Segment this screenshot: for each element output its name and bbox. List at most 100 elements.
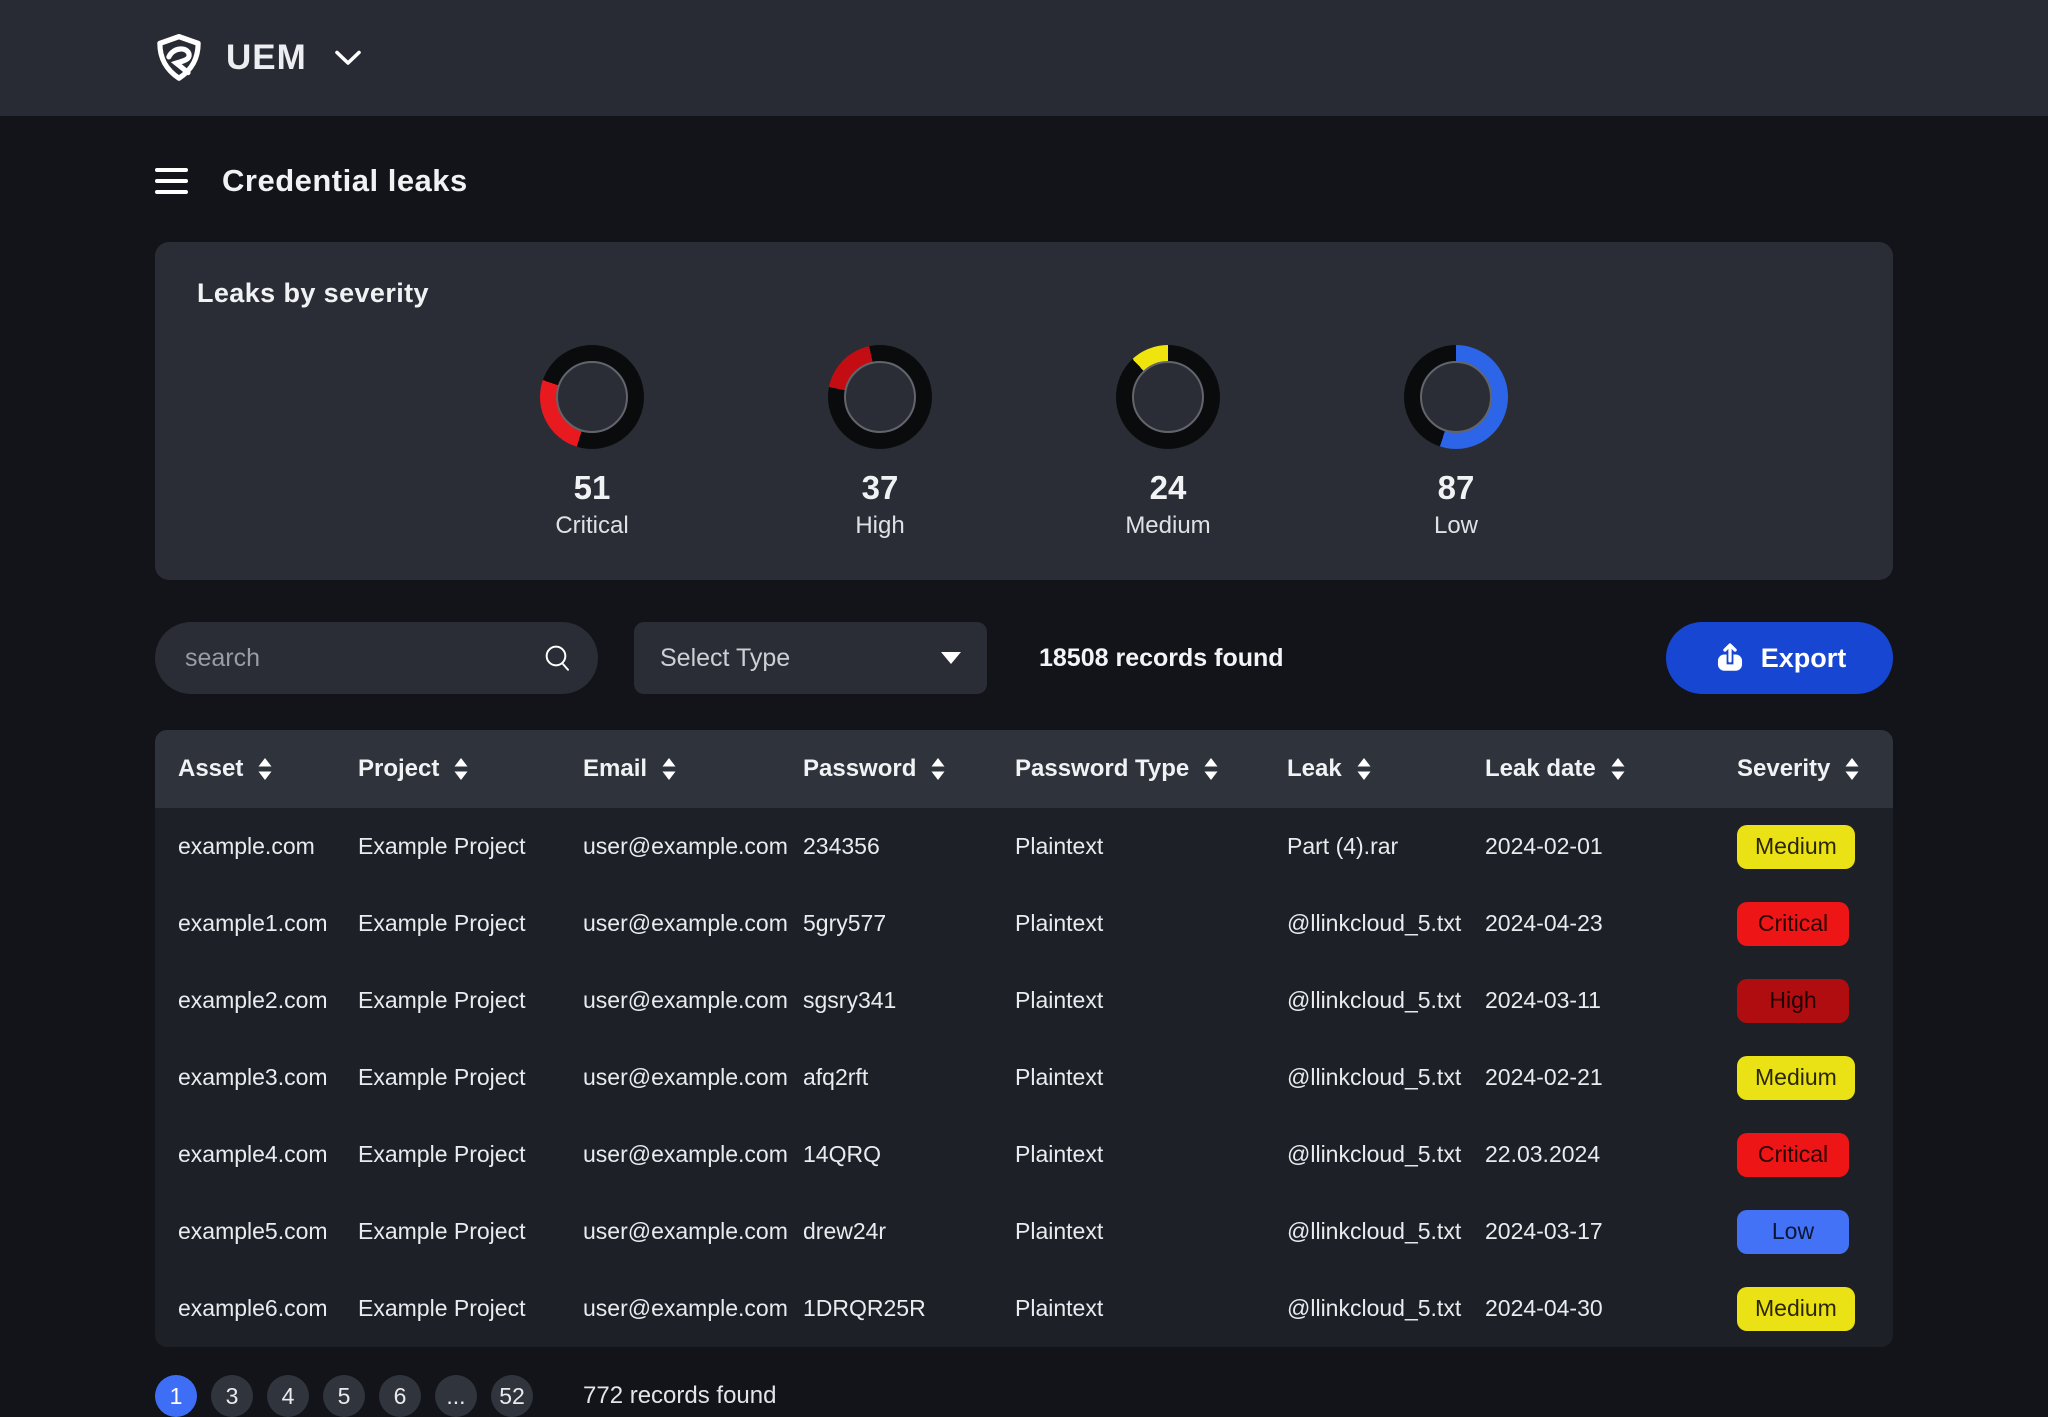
cell-asset: example2.com [155,987,335,1014]
cell-email: user@example.com [560,1064,780,1091]
cell-password-type: Plaintext [992,1295,1264,1322]
sort-icon[interactable] [1203,757,1219,781]
pagination-page-button[interactable]: 5 [323,1375,365,1417]
table-row[interactable]: example.com Example Project user@example… [155,808,1893,885]
pagination-page-button[interactable]: ... [435,1375,477,1417]
donut-ring [828,345,932,449]
pagination-page-button[interactable]: 4 [267,1375,309,1417]
records-found-bottom: 772 records found [583,1382,776,1410]
sort-icon[interactable] [1844,757,1860,781]
column-header[interactable]: Leak [1264,755,1462,783]
cell-leak-date: 2024-04-23 [1462,910,1714,937]
table-row[interactable]: example4.com Example Project user@exampl… [155,1116,1893,1193]
cell-email: user@example.com [560,1295,780,1322]
cell-email: user@example.com [560,833,780,860]
sort-arrows-icon [257,757,273,781]
sort-icon[interactable] [453,757,469,781]
table-header-row: Asset Project Email Password [155,730,1893,808]
card-title: Leaks by severity [197,278,1851,309]
sort-arrows-icon [661,757,677,781]
brand-name[interactable]: UEM [226,38,307,78]
cell-severity: Critical [1714,1133,1893,1177]
cell-leak: @llinkcloud_5.txt [1264,910,1462,937]
page-title: Credential leaks [222,163,468,199]
sort-icon[interactable] [1356,757,1372,781]
donut-value: 24 [1150,469,1187,507]
severity-badge: Medium [1737,1287,1855,1331]
severity-donut: 24 Medium [1108,345,1228,540]
cell-email: user@example.com [560,1141,780,1168]
cell-severity: Critical [1714,902,1893,946]
cell-asset: example3.com [155,1064,335,1091]
cell-password: 5gry577 [780,910,992,937]
cell-project: Example Project [335,833,560,860]
column-header[interactable]: Password [780,755,992,783]
column-header-label: Project [358,755,439,783]
sort-icon[interactable] [930,757,946,781]
brand-shield-logo-icon [152,31,206,85]
column-header[interactable]: Email [560,755,780,783]
severity-badge: Critical [1737,902,1849,946]
severity-badge: High [1737,979,1849,1023]
cell-leak: @llinkcloud_5.txt [1264,1064,1462,1091]
type-select[interactable]: Select Type [634,622,987,694]
cell-password: afq2rft [780,1064,992,1091]
donut-ring [1404,345,1508,449]
cell-asset: example5.com [155,1218,335,1245]
app-switcher-chevron[interactable] [333,49,363,67]
column-header-label: Email [583,755,647,783]
column-header-label: Asset [178,755,243,783]
pagination-page-button[interactable]: 52 [491,1375,533,1417]
top-app-bar: UEM [0,0,2048,116]
cell-project: Example Project [335,987,560,1014]
cell-asset: example6.com [155,1295,335,1322]
column-header[interactable]: Severity [1714,755,1893,783]
cell-project: Example Project [335,1064,560,1091]
cell-email: user@example.com [560,987,780,1014]
chevron-down-icon [333,49,363,67]
cell-asset: example1.com [155,910,335,937]
column-header[interactable]: Project [335,755,560,783]
cell-severity: Medium [1714,825,1893,869]
sort-arrows-icon [453,757,469,781]
severity-badge: Critical [1737,1133,1849,1177]
table-row[interactable]: example1.com Example Project user@exampl… [155,885,1893,962]
table-body: example.com Example Project user@example… [155,808,1893,1347]
cell-leak: @llinkcloud_5.txt [1264,1141,1462,1168]
donut-ring [540,345,644,449]
table-row[interactable]: example3.com Example Project user@exampl… [155,1039,1893,1116]
cell-password: drew24r [780,1218,992,1245]
sort-icon[interactable] [257,757,273,781]
export-button[interactable]: Export [1666,622,1893,694]
column-header-label: Password Type [1015,755,1189,783]
column-header[interactable]: Password Type [992,755,1264,783]
table-row[interactable]: example2.com Example Project user@exampl… [155,962,1893,1039]
sort-icon[interactable] [1610,757,1626,781]
column-header-label: Leak [1287,755,1342,783]
pagination: 1 3 4 5 6 ... 52 772 records found [155,1375,1893,1417]
table-row[interactable]: example6.com Example Project user@exampl… [155,1270,1893,1347]
severity-donut: 37 High [820,345,940,540]
cell-leak-date: 2024-03-17 [1462,1218,1714,1245]
cell-password: 1DRQR25R [780,1295,992,1322]
cell-asset: example4.com [155,1141,335,1168]
column-header-label: Leak date [1485,755,1596,783]
table-row[interactable]: example5.com Example Project user@exampl… [155,1193,1893,1270]
cell-project: Example Project [335,910,560,937]
search-input[interactable] [155,622,598,694]
cell-project: Example Project [335,1295,560,1322]
column-header[interactable]: Leak date [1462,755,1714,783]
cell-leak: @llinkcloud_5.txt [1264,987,1462,1014]
cell-leak: Part (4).rar [1264,833,1462,860]
column-header[interactable]: Asset [155,755,335,783]
pagination-page-button[interactable]: 3 [211,1375,253,1417]
donut-value: 87 [1438,469,1475,507]
sort-icon[interactable] [661,757,677,781]
donut-value: 37 [862,469,899,507]
menu-hamburger-icon[interactable] [155,168,188,194]
pagination-page-button[interactable]: 6 [379,1375,421,1417]
cell-leak-date: 2024-03-11 [1462,987,1714,1014]
sort-arrows-icon [1844,757,1860,781]
cell-email: user@example.com [560,1218,780,1245]
pagination-page-button[interactable]: 1 [155,1375,197,1417]
